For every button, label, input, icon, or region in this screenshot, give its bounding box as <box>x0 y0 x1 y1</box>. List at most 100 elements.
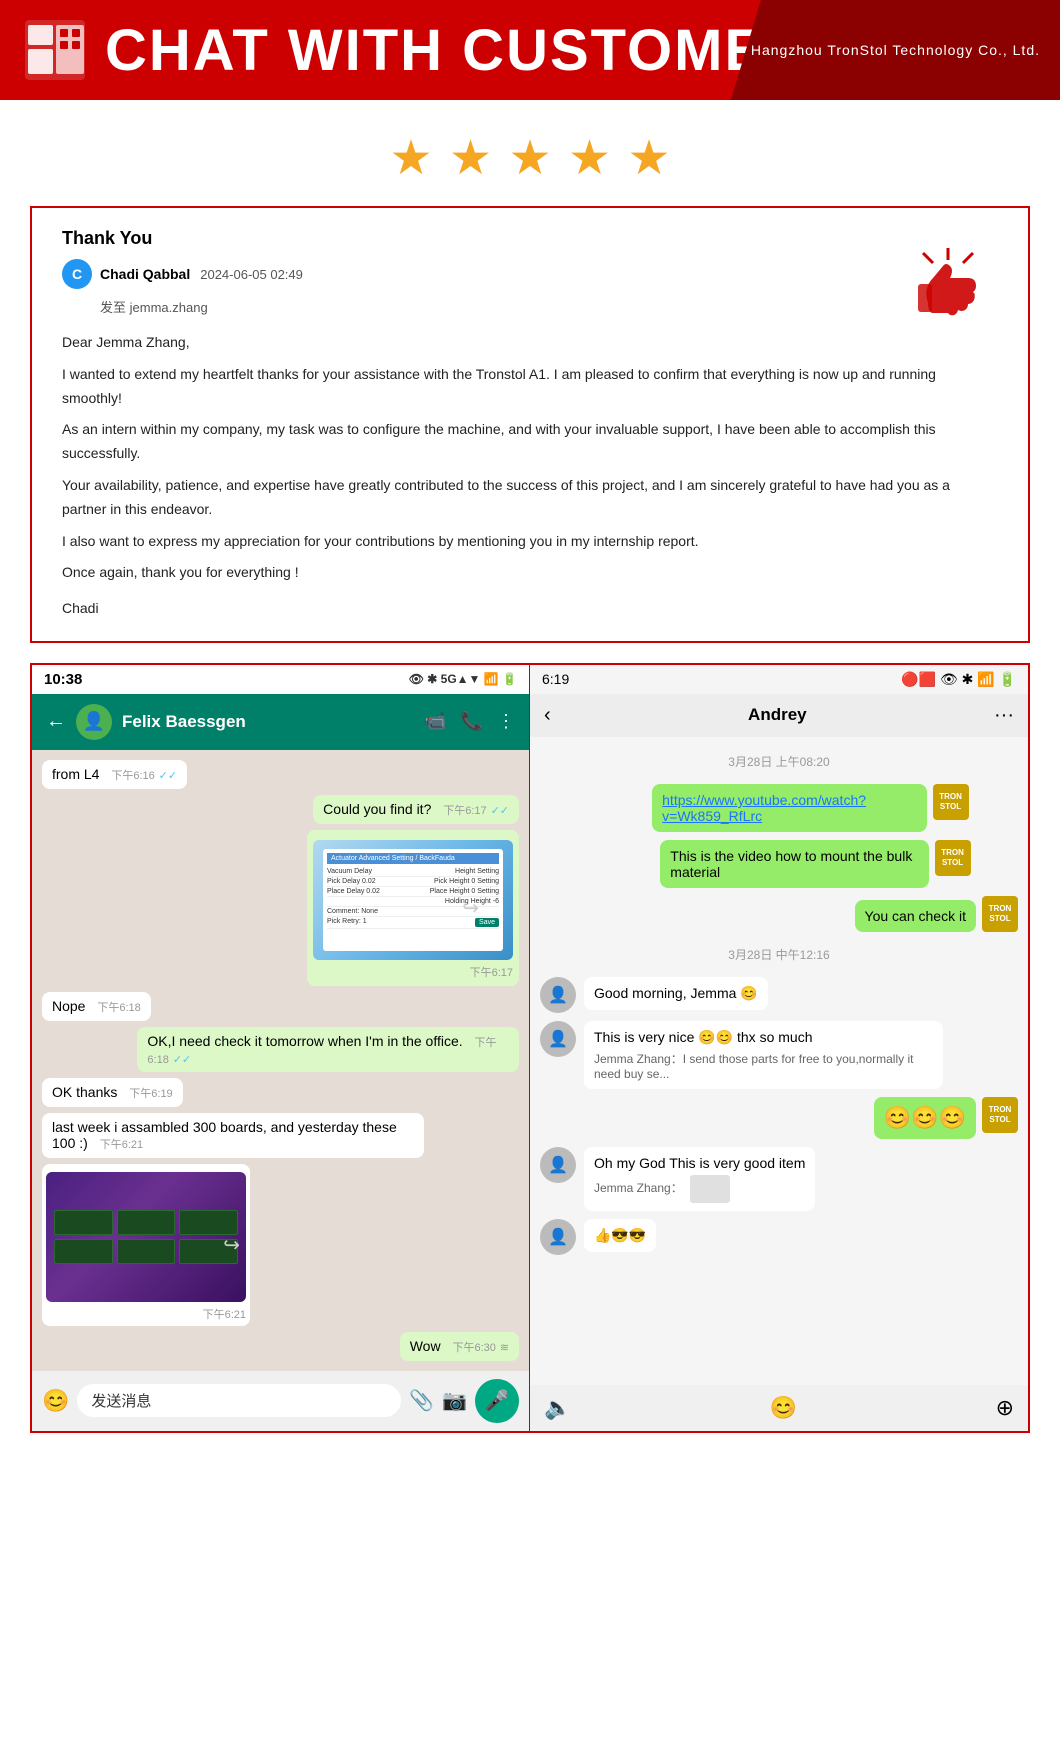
wa-msg-nope: Nope 下午6:18 <box>42 992 151 1021</box>
wa-chat-header: ← 👤 Felix Baessgen 📹 📞 ⋮ <box>32 694 529 750</box>
wa-messages: from L4 下午6:16 ✓✓ Could you find it? 下午6… <box>32 750 529 1371</box>
wc-msg-god-row: 👤 Oh my God This is very good item Jemma… <box>540 1147 1018 1211</box>
wc-msg-nice: This is very nice 😊😊 thx so much Jemma Z… <box>584 1021 943 1089</box>
wc-input-bar: 🔈 😊 ⊕ <box>530 1385 1028 1431</box>
wc-video-text: This is the video how to mount the bulk … <box>670 848 918 880</box>
wc-msg-god: Oh my God This is very good item Jemma Z… <box>584 1147 815 1211</box>
wc-user-avatar-3: 👤 <box>540 1147 576 1183</box>
wc-msg-nice-row: 👤 This is very nice 😊😊 thx so much Jemma… <box>540 1021 1018 1089</box>
wc-user-avatar-2: 👤 <box>540 1021 576 1057</box>
emoji-button[interactable]: 😊 <box>42 1388 69 1414</box>
wc-msg-thumbs: 👍😎😎 <box>584 1219 656 1252</box>
video-call-icon[interactable]: 📹 <box>424 711 446 732</box>
thumbs-up-icon <box>908 248 988 328</box>
wc-msg-gm-row: 👤 Good morning, Jemma 😊 <box>540 977 1018 1013</box>
wc-back-arrow-icon[interactable]: ‹ <box>544 704 551 727</box>
tron-logo-4: TRONSTOL <box>982 1097 1018 1133</box>
star-1: ★ <box>390 132 433 185</box>
wechat-chat-panel: 6:19 🔴🟥 👁 ✱ 📶 🔋 ‹ Andrey ··· 3月28日 上午08:… <box>530 665 1028 1431</box>
star-2: ★ <box>449 132 492 185</box>
wc-msg-gm: Good morning, Jemma 😊 <box>584 977 768 1010</box>
company-name: Hangzhou TronStol Technology Co., Ltd. <box>751 42 1040 58</box>
wc-status-icons: 🔴🟥 👁 ✱ 📶 🔋 <box>901 671 1016 688</box>
tron-logo-2: TRONSTOL <box>935 840 971 876</box>
rating-stars: ★ ★ ★ ★ ★ <box>0 100 1060 206</box>
email-title: Thank You <box>62 228 998 249</box>
wa-msg-check-tomorrow: OK,I need check it tomorrow when I'm in … <box>137 1027 519 1072</box>
screenshot-image: Actuator Advanced Setting / BackFauda Va… <box>313 840 513 960</box>
email-date: 2024-06-05 02:49 <box>200 267 303 282</box>
wc-msg-link: https://www.youtube.com/watch?v=Wk859_Rf… <box>652 784 926 832</box>
voice-call-icon[interactable]: 📞 <box>461 711 483 732</box>
wc-msg-link-row: https://www.youtube.com/watch?v=Wk859_Rf… <box>652 784 1018 832</box>
body-line5: I also want to express my appreciation f… <box>62 530 998 554</box>
wa-time: 10:38 <box>44 671 82 688</box>
product-thumbnail <box>690 1175 730 1203</box>
wa-msg-find-it: Could you find it? 下午6:17 ✓✓ <box>313 795 519 824</box>
wa-msg-wow: Wow 下午6:30 ≋ <box>400 1332 519 1361</box>
wa-msg-from-l4: from L4 下午6:16 ✓✓ <box>42 760 187 789</box>
reply-icon[interactable]: ↪ <box>462 895 479 920</box>
reply-icon-boards[interactable]: ↪ <box>223 1232 240 1257</box>
sender-avatar: C <box>62 259 92 289</box>
youtube-link[interactable]: https://www.youtube.com/watch?v=Wk859_Rf… <box>662 792 916 824</box>
star-4: ★ <box>568 132 611 185</box>
wc-add-icon[interactable]: ⊕ <box>996 1395 1014 1421</box>
sender-name: Chadi Qabbal <box>100 266 190 282</box>
whatsapp-chat-panel: 10:38 👁 ✱ 5G▲▼ 📶 🔋 ← 👤 Felix Baessgen 📹 … <box>32 665 530 1431</box>
camera-icon[interactable]: 📷 <box>442 1388 467 1413</box>
wa-msg-boards-text: last week i assambled 300 boards, and ye… <box>42 1113 424 1158</box>
wc-msg-video-row: This is the video how to mount the bulk … <box>660 840 1018 888</box>
header-title: CHAT WITH CUSTOMERS <box>105 17 850 84</box>
back-arrow-icon[interactable]: ← <box>46 710 66 733</box>
wa-msg-screenshot: Actuator Advanced Setting / BackFauda Va… <box>307 830 519 986</box>
body-line4: Your availability, patience, and experti… <box>62 474 998 522</box>
email-card: Thank You C Chadi Qabbal 2024-06-05 02:4… <box>30 206 1030 643</box>
attach-icon[interactable]: 📎 <box>409 1388 434 1413</box>
email-to: 发至 jemma.zhang <box>100 297 998 316</box>
header-company-area: Hangzhou TronStol Technology Co., Ltd. <box>731 0 1060 100</box>
wc-time: 6:19 <box>542 671 569 687</box>
wa-input-bar: 😊 📎 📷 🎤 <box>32 1371 529 1431</box>
wc-status-bar: 6:19 🔴🟥 👁 ✱ 📶 🔋 <box>530 665 1028 694</box>
wc-contact-name: Andrey <box>561 705 994 725</box>
wa-msg-ok-thanks: OK thanks 下午6:19 <box>42 1078 183 1107</box>
wc-messages: 3月28日 上午08:20 https://www.youtube.com/wa… <box>530 737 1028 1385</box>
star-5: ★ <box>627 132 670 185</box>
wc-msg-video: This is the video how to mount the bulk … <box>660 840 928 888</box>
wa-status-bar: 10:38 👁 ✱ 5G▲▼ 📶 🔋 <box>32 665 529 694</box>
wa-message-input[interactable] <box>77 1384 401 1417</box>
wc-date-divider-2: 3月28日 中午12:16 <box>540 946 1018 963</box>
wc-msg-thumbs-row: 👤 👍😎😎 <box>540 1219 1018 1255</box>
wc-jemma-reply-2: Jemma Zhang： <box>594 1175 805 1203</box>
wc-msg-check-row: You can check it TRONSTOL <box>855 896 1018 932</box>
mic-button[interactable]: 🎤 <box>475 1379 519 1423</box>
wa-contact-name: Felix Baessgen <box>122 712 414 732</box>
email-sign: Chadi <box>62 597 998 621</box>
tron-logo-1: TRONSTOL <box>933 784 969 820</box>
more-options-icon[interactable]: ⋮ <box>497 711 515 732</box>
wc-voice-icon[interactable]: 🔈 <box>544 1395 571 1421</box>
tron-logo-3: TRONSTOL <box>982 896 1018 932</box>
wc-user-avatar-4: 👤 <box>540 1219 576 1255</box>
wc-chat-header: ‹ Andrey ··· <box>530 694 1028 737</box>
company-logo <box>20 15 90 85</box>
wc-msg-emoji: 😊😊😊 <box>874 1097 976 1139</box>
wa-msg-boards-img: 下午6:21 ↪ <box>42 1164 250 1326</box>
wc-emoji-icon[interactable]: 😊 <box>770 1395 797 1421</box>
email-sender-row: C Chadi Qabbal 2024-06-05 02:49 <box>62 259 998 289</box>
wa-header-icons: 📹 📞 ⋮ <box>424 711 515 732</box>
wc-msg-check: You can check it <box>855 900 976 932</box>
chat-panels: 10:38 👁 ✱ 5G▲▼ 📶 🔋 ← 👤 Felix Baessgen 📹 … <box>30 663 1030 1433</box>
star-3: ★ <box>508 132 551 185</box>
email-body: Dear Jemma Zhang, I wanted to extend my … <box>62 331 998 621</box>
body-line1: Dear Jemma Zhang, <box>62 331 998 355</box>
wc-user-avatar-1: 👤 <box>540 977 576 1013</box>
wc-jemma-reply-1: Jemma Zhang：I send those parts for free … <box>594 1050 933 1081</box>
boards-photo <box>46 1172 246 1302</box>
wc-more-options-icon[interactable]: ··· <box>994 704 1014 727</box>
body-line2: I wanted to extend my heartfelt thanks f… <box>62 363 998 411</box>
page-header: CHAT WITH CUSTOMERS Hangzhou TronStol Te… <box>0 0 1060 100</box>
wc-check-text: You can check it <box>865 908 966 924</box>
wc-date-divider-1: 3月28日 上午08:20 <box>540 753 1018 770</box>
